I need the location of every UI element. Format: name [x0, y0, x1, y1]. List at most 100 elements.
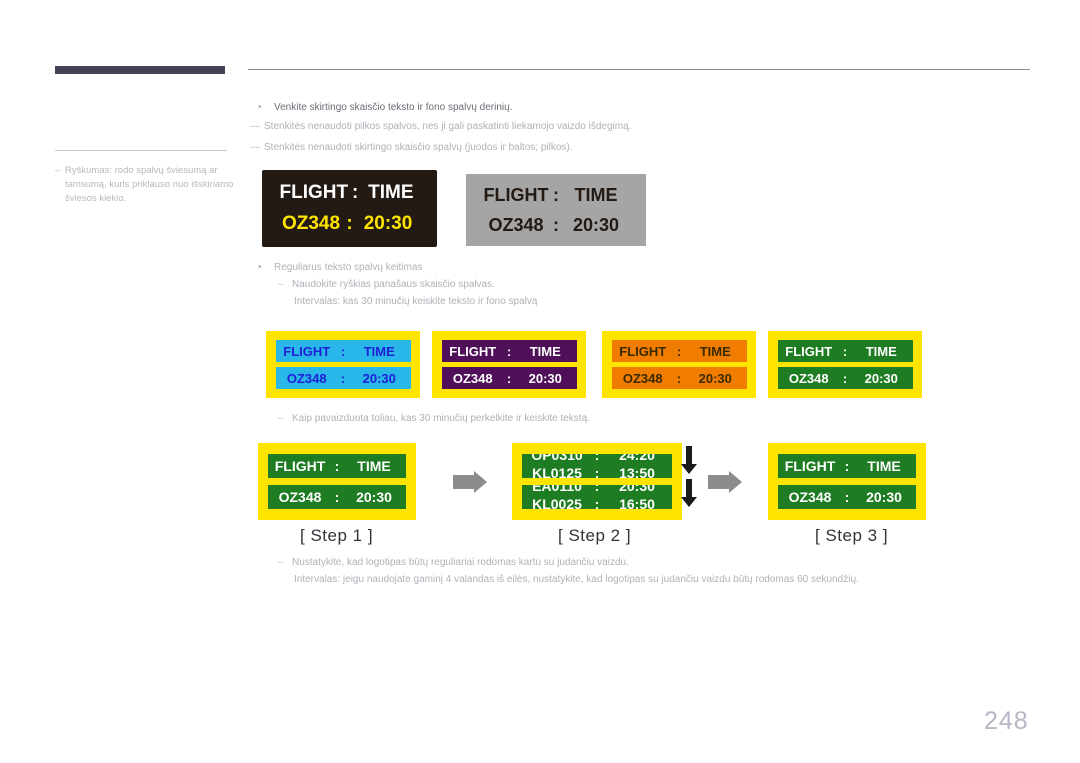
flight-time: 20:30 [528, 370, 562, 386]
flight-sign-gray: FLIGHT : TIME OZ348 : 20:30 [466, 174, 646, 246]
flight-code: OZ348 [452, 370, 493, 386]
flight-label: FLIGHT [283, 343, 331, 359]
flight-code: OZ348 [278, 489, 322, 505]
flight-sign-scroll-line-b: KL0125 : 13:50 [522, 463, 672, 479]
time-label: TIME [363, 343, 395, 359]
sidebar-divider [55, 150, 227, 151]
flight-label: FLIGHT [279, 182, 349, 203]
colon-separator: : [844, 489, 850, 505]
time-label: TIME [867, 458, 901, 474]
colon-separator: : [553, 184, 559, 205]
flight-label: FLIGHT [784, 458, 836, 474]
bullet-item-4: • Reguliarus teksto spalvų keitimas [258, 261, 422, 275]
bullet-text: Nustatykite, kad logotipas būtų reguliar… [292, 557, 629, 568]
flight-code: OZ348 [622, 370, 663, 386]
flight-time: 20:30 [866, 489, 902, 505]
bullet-item-6: Intervalas: kas 30 minučių keiskite teks… [294, 295, 537, 309]
flight-code: OZ348 [488, 214, 544, 235]
dash-marker: – [278, 557, 284, 568]
flight-code: OZ348 [788, 489, 832, 505]
flight-time: 13:50 [619, 464, 655, 479]
time-label: TIME [368, 182, 414, 203]
flight-code: EA0110 [532, 485, 582, 494]
time-label: TIME [699, 343, 731, 359]
bullet-text: Intervalas: jeigu naudojate gaminį 4 val… [294, 574, 859, 585]
step-label-2: [ Step 2 ] [558, 526, 632, 545]
flight-code: KL0125 [532, 464, 582, 479]
flight-sign-row-value: OZ348 : 20:30 [611, 367, 747, 389]
step-label-1: [ Step 1 ] [300, 526, 374, 545]
content-top-divider [248, 69, 1030, 70]
dash-marker: — [250, 121, 260, 132]
colon-separator: : [594, 464, 600, 479]
colon-separator: : [334, 489, 340, 505]
page-number: 248 [984, 707, 1029, 735]
bullet-text: Naudokite ryškias panašaus skaisčio spal… [292, 279, 495, 290]
flight-sign-row-value: OZ348 : 20:30 [275, 367, 411, 389]
time-label: TIME [357, 458, 391, 474]
sidebar-note-dash: – [55, 165, 61, 176]
flight-label: FLIGHT [619, 343, 667, 359]
colon-separator: : [346, 213, 353, 234]
flight-code: KL0025 [532, 495, 582, 510]
colon-separator: : [842, 370, 848, 386]
flight-label: FLIGHT [483, 184, 549, 205]
dash-marker: – [278, 279, 284, 290]
sidebar-note: – Ryškumas: rodo spalvų šviesumą ar tams… [55, 164, 235, 206]
flight-sign-row-header: FLIGHT : TIME [483, 185, 629, 206]
colon-separator: : [553, 214, 559, 235]
colon-separator: : [340, 343, 346, 359]
flight-time: 20:30 [362, 370, 396, 386]
time-label: TIME [574, 184, 618, 205]
colon-separator: : [594, 454, 600, 463]
colon-separator: : [676, 343, 682, 359]
bullet-text: Intervalas: kas 30 minučių keiskite teks… [294, 296, 538, 307]
step-label-3: [ Step 3 ] [815, 526, 889, 545]
time-label: TIME [865, 343, 897, 359]
flight-sign-row-header: FLIGHT : TIME [441, 340, 577, 362]
flight-code: OP0310 [531, 454, 583, 463]
flight-time: 16:50 [619, 495, 655, 510]
bullet-item-2: — Stenkitės nenaudoti pilkos spalvos, nes… [250, 120, 631, 134]
flight-time: 20:30 [363, 213, 413, 234]
flight-sign-row-value: OZ348 : 20:30 [483, 215, 629, 236]
flight-code: OZ348 [281, 213, 341, 234]
flight-sign-swatch-orange: FLIGHT : TIME OZ348 : 20:30 [602, 331, 756, 398]
flight-sign-swatch-green: FLIGHT : TIME OZ348 : 20:30 [768, 331, 922, 398]
flight-sign-row-header: FLIGHT : TIME [777, 340, 913, 362]
flight-sign-step2: OP0310 : 24:20 KL0125 : 13:50 EA0110 : 2… [512, 443, 682, 520]
flight-sign-row-header: FLIGHT : TIME [275, 340, 411, 362]
colon-separator: : [334, 458, 340, 474]
flight-sign-row-header: FLIGHT : TIME [611, 340, 747, 362]
flight-sign-dark: FLIGHT : TIME OZ348 : 20:30 [262, 170, 437, 247]
flight-sign-step1: FLIGHT : TIME OZ348 : 20:30 [258, 443, 416, 520]
colon-separator: : [594, 495, 600, 510]
flight-sign-step3: FLIGHT : TIME OZ348 : 20:30 [768, 443, 926, 520]
dash-marker: — [250, 142, 260, 153]
flight-time: 20:30 [572, 214, 620, 235]
colon-separator: : [676, 370, 682, 386]
flight-label: FLIGHT [785, 343, 833, 359]
flight-sign-swatch-cyan: FLIGHT : TIME OZ348 : 20:30 [266, 331, 420, 398]
colon-separator: : [842, 343, 848, 359]
dash-marker: – [278, 413, 284, 424]
flight-sign-row-header: FLIGHT : TIME [280, 182, 420, 204]
flight-label: FLIGHT [449, 343, 497, 359]
colon-separator: : [594, 485, 600, 494]
flight-code: OZ348 [788, 370, 829, 386]
flight-sign-row-header: FLIGHT : TIME [778, 454, 916, 478]
bullet-text: Kaip pavaizduota toliau, kas 30 minučių … [292, 413, 590, 424]
colon-separator: : [506, 370, 512, 386]
colon-separator: : [351, 182, 359, 203]
bullet-item-9: Intervalas: jeigu naudojate gaminį 4 val… [294, 573, 859, 587]
bullet-item-3: — Stenkitės nenaudoti skirtingo skaisčio … [250, 141, 573, 155]
flight-sign-scroll-bar-1: OP0310 : 24:20 KL0125 : 13:50 [522, 454, 672, 478]
flight-sign-row-header: FLIGHT : TIME [268, 454, 406, 478]
flight-sign-swatch-purple: FLIGHT : TIME OZ348 : 20:30 [432, 331, 586, 398]
flight-sign-row-value: OZ348 : 20:30 [441, 367, 577, 389]
flight-sign-row-value: OZ348 : 20:30 [280, 213, 420, 235]
time-label: TIME [529, 343, 561, 359]
bullet-item-7: – Kaip pavaizduota toliau, kas 30 minučių… [278, 412, 590, 426]
flight-sign-row-value: OZ348 : 20:30 [268, 485, 406, 509]
flight-sign-scroll-line-b: KL0025 : 16:50 [522, 494, 672, 510]
